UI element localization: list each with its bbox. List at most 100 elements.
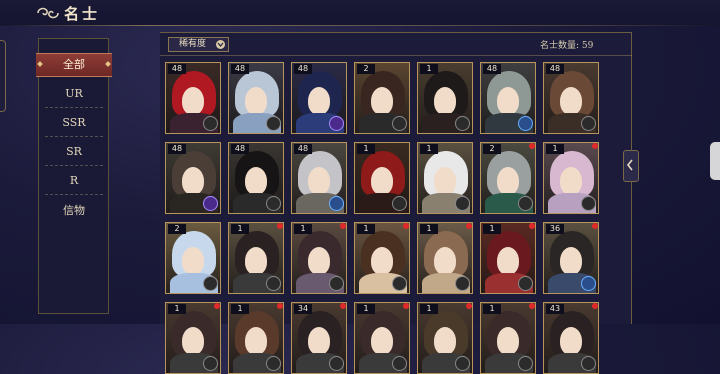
character-card[interactable]: 48	[291, 142, 347, 214]
character-card[interactable]: 2	[354, 62, 410, 134]
sidebar-item-ssr[interactable]: SSR	[43, 112, 105, 134]
element-badge-icon	[203, 356, 218, 371]
element-badge-icon	[203, 276, 218, 291]
character-card[interactable]: 1	[543, 142, 599, 214]
notification-dot-icon	[592, 303, 598, 309]
card-level: 1	[420, 144, 438, 154]
character-card[interactable]: 1	[354, 222, 410, 294]
sidebar-divider	[45, 194, 103, 196]
character-card[interactable]: 48	[291, 62, 347, 134]
card-level: 1	[420, 64, 438, 74]
portrait-face	[245, 167, 267, 195]
character-card[interactable]: 34	[291, 302, 347, 374]
element-badge-icon	[455, 356, 470, 371]
character-card[interactable]: 1	[291, 222, 347, 294]
portrait-face	[182, 327, 204, 355]
character-card[interactable]: 2	[480, 142, 536, 214]
portrait-face	[560, 167, 582, 195]
card-level: 1	[546, 144, 564, 154]
element-badge-icon	[266, 116, 281, 131]
element-badge-icon	[329, 356, 344, 371]
rarity-sort-button[interactable]: 稀有度	[168, 37, 229, 52]
character-card[interactable]: 43	[543, 302, 599, 374]
sidebar-item-label: 全部	[63, 58, 85, 71]
sidebar-item-ur[interactable]: UR	[43, 83, 105, 105]
portrait-face	[434, 247, 456, 275]
character-card[interactable]: 1	[165, 302, 221, 374]
element-badge-icon	[581, 196, 596, 211]
collapse-panel-button[interactable]	[623, 150, 639, 182]
card-level: 1	[357, 144, 375, 154]
portrait-face	[182, 167, 204, 195]
card-level: 36	[546, 224, 564, 234]
portrait-face	[434, 87, 456, 115]
card-level: 1	[420, 304, 438, 314]
character-card[interactable]: 48	[228, 62, 284, 134]
character-card[interactable]: 1	[417, 222, 473, 294]
character-card[interactable]: 1	[228, 302, 284, 374]
sidebar-item-label: SR	[66, 145, 82, 158]
element-badge-icon	[203, 116, 218, 131]
portrait-face	[371, 167, 393, 195]
element-badge-icon	[518, 116, 533, 131]
character-card[interactable]: 1	[480, 222, 536, 294]
sidebar-divider	[45, 165, 103, 167]
back-swirl-icon[interactable]	[36, 6, 60, 20]
element-badge-icon	[455, 276, 470, 291]
character-card[interactable]: 48	[480, 62, 536, 134]
sidebar-item-label: 信物	[63, 204, 85, 217]
character-card[interactable]: 48	[165, 142, 221, 214]
character-card[interactable]: 1	[354, 142, 410, 214]
character-card[interactable]: 1	[228, 222, 284, 294]
character-card[interactable]: 48	[228, 142, 284, 214]
card-level: 34	[294, 304, 312, 314]
sidebar-item-r[interactable]: R	[43, 170, 105, 192]
element-badge-icon	[392, 116, 407, 131]
portrait-face	[560, 327, 582, 355]
side-drawer-handle[interactable]	[0, 40, 6, 112]
portrait-face	[308, 327, 330, 355]
character-card[interactable]: 1	[417, 62, 473, 134]
element-badge-icon	[266, 196, 281, 211]
notification-dot-icon	[214, 303, 220, 309]
sort-label: 稀有度	[179, 39, 207, 49]
character-card[interactable]: 1	[354, 302, 410, 374]
sidebar-item-token[interactable]: 信物	[43, 200, 105, 222]
portrait-face	[497, 327, 519, 355]
character-card[interactable]: 1	[417, 302, 473, 374]
chevron-left-icon	[626, 159, 633, 171]
rarity-sidebar: 全部 UR SSR SR R 信物	[36, 38, 112, 314]
character-card[interactable]: 1	[417, 142, 473, 214]
header-divider	[0, 25, 720, 26]
element-badge-icon	[455, 116, 470, 131]
character-card[interactable]: 2	[165, 222, 221, 294]
character-card[interactable]: 1	[480, 302, 536, 374]
portrait-face	[434, 327, 456, 355]
sidebar-item-all[interactable]: 全部	[36, 53, 112, 77]
sidebar-item-label: UR	[65, 87, 83, 100]
page-title: 名士	[64, 5, 101, 23]
element-badge-icon	[329, 276, 344, 291]
card-level: 48	[168, 144, 186, 154]
character-card[interactable]: 36	[543, 222, 599, 294]
element-badge-icon	[266, 276, 281, 291]
element-badge-icon	[518, 356, 533, 371]
element-badge-icon	[392, 356, 407, 371]
card-level: 2	[483, 144, 501, 154]
character-card[interactable]: 48	[543, 62, 599, 134]
portrait-face	[497, 167, 519, 195]
element-badge-icon	[581, 356, 596, 371]
portrait-face	[182, 87, 204, 115]
card-level: 48	[231, 64, 249, 74]
element-badge-icon	[329, 196, 344, 211]
portrait-face	[560, 87, 582, 115]
element-badge-icon	[392, 276, 407, 291]
element-badge-icon	[581, 116, 596, 131]
card-level: 1	[483, 304, 501, 314]
side-pull-tab[interactable]	[710, 142, 720, 180]
portrait-face	[308, 247, 330, 275]
card-level: 2	[357, 64, 375, 74]
sidebar-item-sr[interactable]: SR	[43, 141, 105, 163]
element-badge-icon	[329, 116, 344, 131]
character-card[interactable]: 48	[165, 62, 221, 134]
